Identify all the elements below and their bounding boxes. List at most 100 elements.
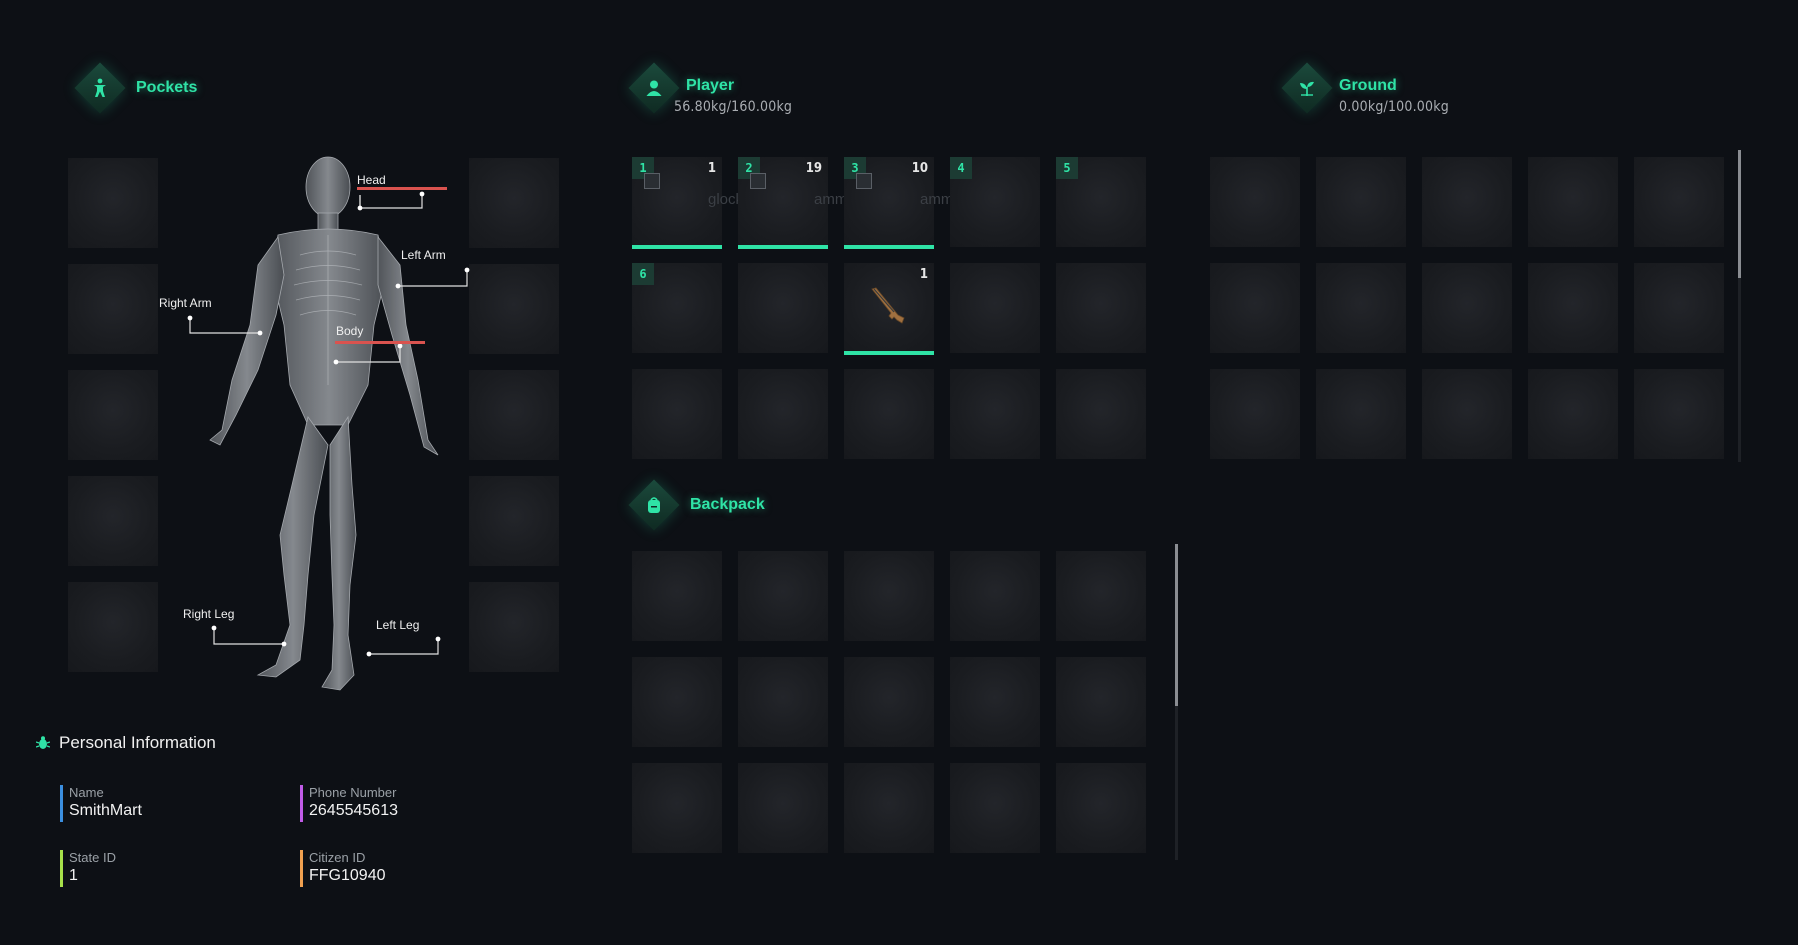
player-slot-4[interactable]: 4 — [950, 157, 1040, 247]
item-count: 10 — [911, 161, 928, 176]
backpack-slot[interactable] — [844, 763, 934, 853]
backpack-slot[interactable] — [738, 763, 828, 853]
player-slot[interactable] — [1056, 263, 1146, 353]
slot-number: 5 — [1056, 157, 1078, 179]
state-id-field: State ID 1 — [60, 850, 116, 887]
ground-slot[interactable] — [1634, 263, 1724, 353]
body-part-body[interactable]: Body — [336, 324, 363, 338]
phone-value: 2645545613 — [309, 802, 398, 819]
ground-slot[interactable] — [1422, 157, 1512, 247]
backpack-slot[interactable] — [632, 763, 722, 853]
player-header — [628, 62, 680, 114]
player-slot[interactable] — [950, 369, 1040, 459]
bug-icon — [36, 736, 50, 749]
backpack-slot[interactable] — [844, 657, 934, 747]
user-icon — [628, 62, 680, 114]
name-value: SmithMart — [69, 802, 142, 819]
broken-image-icon — [856, 173, 872, 189]
state-id-value: 1 — [69, 867, 78, 884]
body-part-right-arm[interactable]: Right Arm — [159, 296, 212, 310]
personal-info-title: Personal Information — [59, 733, 216, 752]
ground-slot[interactable] — [1210, 263, 1300, 353]
pocket-slot[interactable] — [469, 158, 559, 248]
backpack-slot[interactable] — [1056, 657, 1146, 747]
player-slot-1[interactable]: 1 1 glock18c — [632, 157, 767, 249]
backpack-slot[interactable] — [738, 657, 828, 747]
player-slot[interactable] — [632, 369, 722, 459]
player-slot-6[interactable]: 6 — [632, 263, 722, 353]
player-slot-3[interactable]: 3 10 ammo — [844, 157, 962, 249]
ground-slot[interactable] — [1528, 369, 1618, 459]
pocket-slot[interactable] — [68, 158, 158, 248]
ground-scrollbar-thumb[interactable] — [1738, 150, 1741, 278]
backpack-slot[interactable] — [1056, 551, 1146, 641]
ground-weight: 0.00kg/100.00kg — [1339, 99, 1449, 115]
ground-slot[interactable] — [1422, 369, 1512, 459]
broken-image-icon — [644, 173, 660, 189]
backpack-slot[interactable] — [950, 763, 1040, 853]
backpack-title: Backpack — [690, 496, 765, 513]
body-part-left-arm[interactable]: Left Arm — [401, 248, 446, 262]
name-label: Name — [69, 785, 104, 800]
backpack-slot[interactable] — [950, 551, 1040, 641]
ground-slot[interactable] — [1634, 369, 1724, 459]
pocket-slot[interactable] — [469, 264, 559, 354]
pocket-slot[interactable] — [68, 370, 158, 460]
plant-icon — [1281, 62, 1333, 114]
player-slot[interactable] — [738, 263, 828, 353]
citizen-id-label: Citizen ID — [309, 850, 366, 865]
ground-slot[interactable] — [1210, 369, 1300, 459]
body-part-right-leg[interactable]: Right Leg — [183, 607, 234, 621]
player-weight: 56.80kg/160.00kg — [674, 99, 793, 115]
item-count: 19 — [805, 161, 822, 176]
backpack-slot[interactable] — [738, 551, 828, 641]
body-part-left-leg[interactable]: Left Leg — [376, 618, 419, 632]
citizen-id-field: Citizen ID FFG10940 — [300, 850, 385, 887]
durability-bar — [632, 245, 722, 249]
ground-slot[interactable] — [1528, 263, 1618, 353]
phone-field: Phone Number 2645545613 — [300, 785, 398, 822]
ground-slot[interactable] — [1316, 263, 1406, 353]
ground-slot[interactable] — [1634, 157, 1724, 247]
pocket-slot[interactable] — [469, 370, 559, 460]
item-count: 1 — [707, 161, 716, 176]
ground-slot[interactable] — [1316, 369, 1406, 459]
ground-slot[interactable] — [1528, 157, 1618, 247]
durability-bar — [844, 245, 934, 249]
player-slot[interactable] — [738, 369, 828, 459]
pocket-slot[interactable] — [68, 264, 158, 354]
pocket-slot[interactable] — [469, 582, 559, 672]
ground-slot[interactable] — [1316, 157, 1406, 247]
body-leader-lines — [187, 187, 470, 657]
backpack-slot[interactable] — [844, 551, 934, 641]
player-slot[interactable] — [844, 369, 934, 459]
broken-image-icon — [750, 173, 766, 189]
backpack-scrollbar-thumb[interactable] — [1175, 544, 1178, 706]
phone-label: Phone Number — [309, 785, 397, 800]
player-slot-2[interactable]: 2 19 ammo — [738, 157, 856, 249]
pocket-slot[interactable] — [68, 476, 158, 566]
ground-slot[interactable] — [1422, 263, 1512, 353]
pocket-slot[interactable] — [469, 476, 559, 566]
pocket-slot[interactable] — [68, 582, 158, 672]
player-slot[interactable] — [950, 263, 1040, 353]
pockets-title: Pockets — [136, 79, 198, 96]
player-slot-5[interactable]: 5 — [1056, 157, 1146, 247]
ground-slot[interactable] — [1210, 157, 1300, 247]
backpack-header: Backpack — [628, 479, 765, 531]
player-slot-rifle[interactable]: 1 — [844, 263, 934, 355]
name-field: Name SmithMart — [60, 785, 142, 822]
backpack-slot[interactable] — [950, 657, 1040, 747]
person-icon — [74, 62, 126, 114]
personal-info-header: Personal Information — [36, 733, 216, 753]
backpack-slot[interactable] — [632, 551, 722, 641]
durability-bar — [738, 245, 828, 249]
backpack-slot[interactable] — [632, 657, 722, 747]
head-damage-bar — [357, 187, 447, 190]
slot-number: 4 — [950, 157, 972, 179]
player-slot[interactable] — [1056, 369, 1146, 459]
body-damage-bar — [335, 341, 425, 344]
backpack-slot[interactable] — [1056, 763, 1146, 853]
slot-number: 6 — [632, 263, 654, 285]
body-part-head[interactable]: Head — [357, 173, 386, 187]
